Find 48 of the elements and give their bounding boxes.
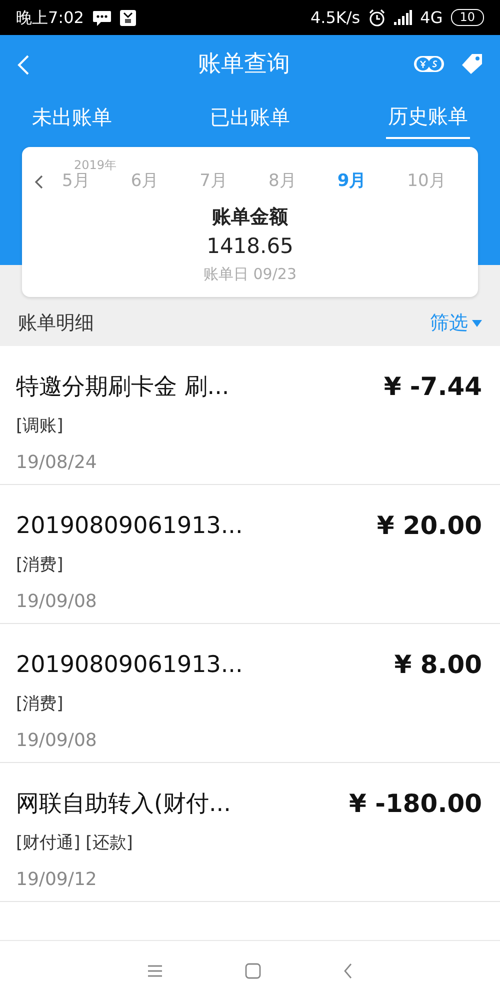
app-icon [120,8,136,26]
caret-icon [472,320,482,326]
transaction-tags: [消费] [16,692,482,717]
menu-icon[interactable] [147,964,163,978]
transaction-row[interactable]: 网联自助转入(财付... ¥ -180.00 [财付通] [还款] 19/09/12 [0,763,500,902]
transaction-amount: ¥ -180.00 [349,788,482,820]
transaction-row[interactable]: 20190809061913... ¥ 20.00 [消费] 19/09/08 [0,485,500,624]
transaction-date: 19/08/24 [16,451,98,475]
transaction-title: 20190809061913... [16,650,243,680]
signal-icon [394,10,412,26]
page-title: 账单查询 [198,50,290,79]
bill-amount: 1418.65 [206,233,294,260]
month-tab[interactable]: 6月 [130,169,159,194]
transaction-amount: ¥ -7.44 [384,371,482,403]
transaction-row[interactable]: 20190809061913... ¥ 8.00 [消费] 19/09/08 [0,624,500,763]
month-tab[interactable]: 9月 [337,169,366,194]
message-icon [92,10,112,26]
tab[interactable]: 已出账单 [208,99,292,139]
tag-icon[interactable] [460,53,484,75]
transaction-date: 19/09/08 [16,729,98,753]
month-tab[interactable]: 8月 [268,169,296,194]
amount-label: 账单金额 [211,204,289,230]
month-tab[interactable]: 10月 [407,169,446,194]
transaction-date: 19/09/08 [16,590,98,614]
tab[interactable]: 未出账单 [30,99,114,139]
network-speed: 4.5K/s [310,6,360,28]
bill-date: 账单日 09/23 [202,264,298,284]
home-icon[interactable] [245,962,261,978]
status-time: 晚上7:02 [16,6,84,28]
tab[interactable]: 历史账单 [386,99,470,139]
alarm-icon [368,8,386,26]
transaction-title: 20190809061913... [16,512,243,540]
transaction-tags: [消费] [16,552,482,578]
transaction-date: 19/09/12 [16,868,98,892]
transaction-title: 网联自助转入(财付... [16,790,231,818]
back-icon[interactable] [343,962,353,978]
section-title: 账单明细 [18,310,94,336]
transaction-tags: [财付通] [还款] [16,830,482,856]
battery-indicator: 10 [450,9,484,26]
transaction-title: 特邀分期刷卡金 刷... [16,372,230,402]
transaction-amount: ¥ 8.00 [394,649,482,681]
transaction-tags: [调账] [16,414,482,439]
transaction-row[interactable]: 特邀分期刷卡金 刷... ¥ -7.44 [调账] 19/08/24 [0,346,500,485]
filter-button[interactable]: 筛选 [430,308,482,338]
currency-toggle-icon[interactable] [414,55,444,73]
network-type: 4G [420,6,443,28]
month-tab[interactable]: 7月 [200,169,228,194]
transaction-amount: ¥ 20.00 [376,510,482,542]
